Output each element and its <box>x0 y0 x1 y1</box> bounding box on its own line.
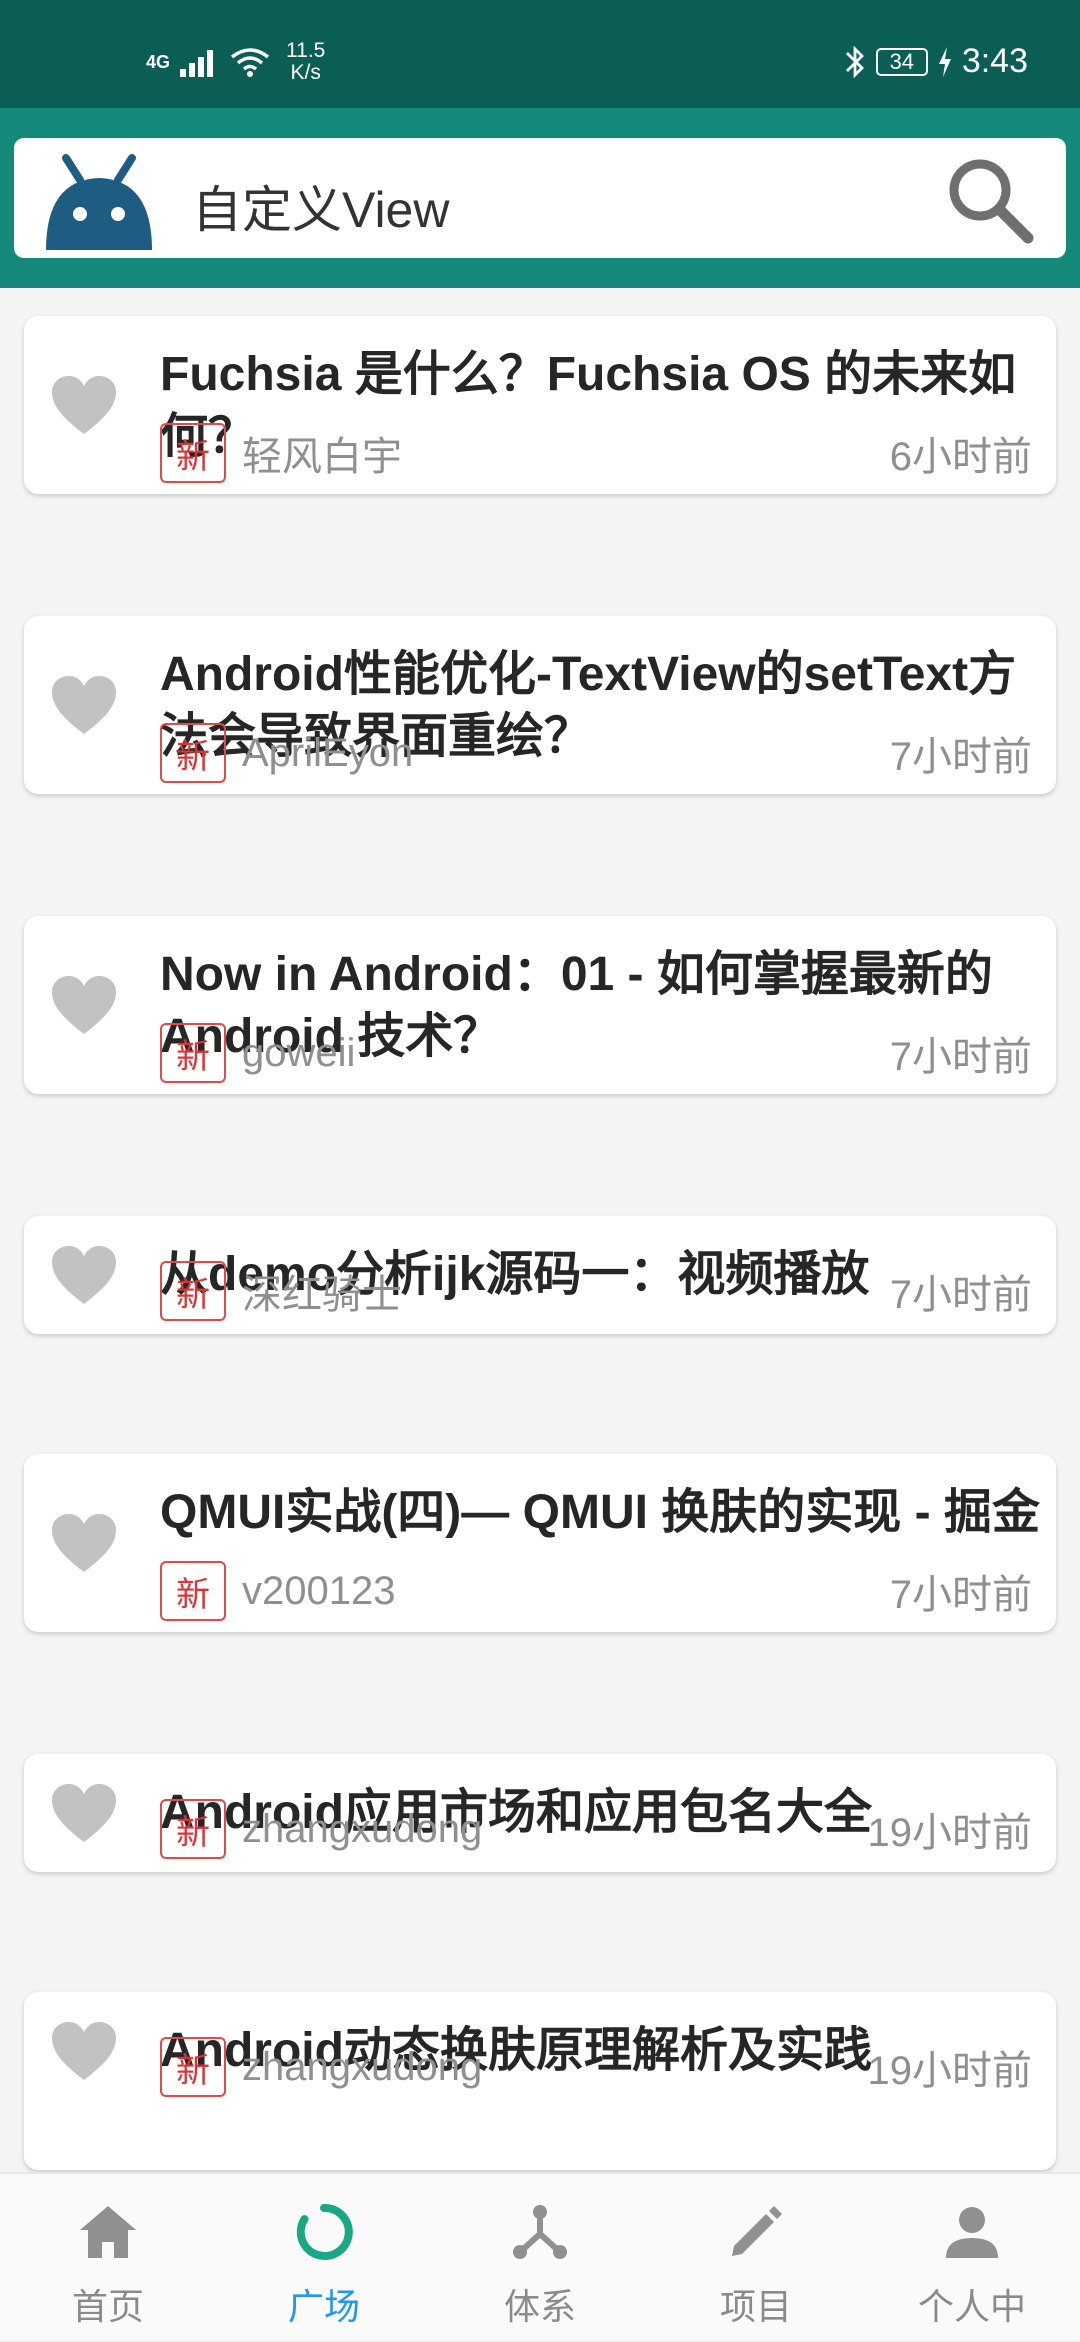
nav-project-label: 项目 <box>719 2286 792 2327</box>
article-author: zhangxudong <box>242 2044 483 2089</box>
bluetooth-icon <box>845 45 864 78</box>
new-badge: 新 <box>160 2037 226 2097</box>
nav-profile[interactable]: 个人中 <box>864 2174 1080 2342</box>
article-time: 7小时前 <box>889 1035 1032 1079</box>
pencil-icon <box>732 2206 782 2256</box>
nav-project[interactable]: 项目 <box>648 2174 864 2342</box>
heart-icon[interactable] <box>50 1782 118 1844</box>
article-meta: 新 goweii 7小时前 <box>160 1022 1032 1084</box>
heart-icon[interactable] <box>50 1512 118 1574</box>
nav-home[interactable]: 首页 <box>0 2174 216 2342</box>
nav-system-label: 体系 <box>503 2286 576 2327</box>
network-speed: 11.5 K/s <box>286 40 325 84</box>
search-icon[interactable] <box>942 152 1038 248</box>
new-badge: 新 <box>160 1799 226 1859</box>
article-time: 7小时前 <box>889 1573 1032 1617</box>
article-meta: 新 zhangxudong 19小时前 <box>160 2036 1032 2098</box>
article-time: 19小时前 <box>867 2049 1033 2093</box>
article-author: goweii <box>242 1030 356 1075</box>
article-time: 7小时前 <box>889 1273 1032 1317</box>
search-bar[interactable]: 自定义View <box>14 138 1066 258</box>
article-title[interactable]: QMUI实战(四)— QMUI 换肤的实现 - 掘金 <box>160 1482 1040 1544</box>
article-meta: 新 轻风白宇 6小时前 <box>160 422 1032 484</box>
article-author: 深红骑士 <box>242 1273 402 1317</box>
search-title: 自定义View <box>192 182 450 238</box>
article-author: zhangxudong <box>242 1806 483 1851</box>
article-time: 19小时前 <box>867 1811 1033 1855</box>
article-meta: 新 v200123 7小时前 <box>160 1560 1032 1622</box>
clock: 3:43 <box>961 42 1028 80</box>
square-icon <box>296 2203 353 2260</box>
new-badge: 新 <box>160 1561 226 1621</box>
speed-unit: K/s <box>290 61 321 84</box>
speed-value: 11.5 <box>286 39 326 62</box>
new-badge: 新 <box>160 1023 226 1083</box>
article-card[interactable]: Android性能优化-TextView的setText方法会导致界面重绘？ 新… <box>24 616 1056 794</box>
home-icon <box>80 2206 136 2258</box>
nav-home-label: 首页 <box>71 2286 144 2327</box>
nav-profile-label: 个人中 <box>917 2286 1026 2327</box>
heart-icon[interactable] <box>50 1244 118 1306</box>
article-meta: 新 zhangxudong 19小时前 <box>160 1798 1032 1860</box>
battery-indicator: 34 <box>875 47 928 76</box>
new-badge: 新 <box>160 1261 226 1321</box>
article-card[interactable]: Android动态换肤原理解析及实践 新 zhangxudong 19小时前 <box>24 1992 1056 2170</box>
new-badge: 新 <box>160 423 226 483</box>
nav-system[interactable]: 体系 <box>432 2174 648 2342</box>
article-card[interactable]: 从demo分析ijk源码一：视频播放 新 深红骑士 7小时前 <box>24 1216 1056 1334</box>
signal-icon <box>180 50 214 77</box>
charging-icon <box>938 46 951 77</box>
article-card[interactable]: Android应用市场和应用包名大全 新 zhangxudong 19小时前 <box>24 1754 1056 1872</box>
article-card[interactable]: Fuchsia 是什么？Fuchsia OS 的未来如何？ 新 轻风白宇 6小时… <box>24 316 1056 494</box>
status-bar: 4G 11.5 K/s 34 3:43 <box>0 0 1080 108</box>
article-card[interactable]: Now in Android：01 - 如何掌握最新的 Android 技术？ … <box>24 916 1056 1094</box>
nav-square-label: 广场 <box>287 2286 360 2327</box>
heart-icon[interactable] <box>50 674 118 736</box>
new-badge: 新 <box>160 723 226 783</box>
nav-square[interactable]: 广场 <box>216 2174 432 2342</box>
article-author: AprilEyon <box>242 730 414 775</box>
heart-icon[interactable] <box>50 374 118 436</box>
heart-icon[interactable] <box>50 974 118 1036</box>
article-card[interactable]: QMUI实战(四)— QMUI 换肤的实现 - 掘金 新 v200123 7小时… <box>24 1454 1056 1632</box>
wifi-icon <box>230 48 270 77</box>
hierarchy-icon <box>513 2205 567 2259</box>
article-meta: 新 AprilEyon 7小时前 <box>160 722 1032 784</box>
person-icon <box>946 2207 998 2258</box>
article-list[interactable]: Fuchsia 是什么？Fuchsia OS 的未来如何？ 新 轻风白宇 6小时… <box>0 288 1080 2172</box>
heart-icon[interactable] <box>50 2020 118 2082</box>
network-type: 4G <box>146 51 171 72</box>
article-time: 7小时前 <box>889 735 1032 779</box>
article-time: 6小时前 <box>889 435 1032 479</box>
article-meta: 新 深红骑士 7小时前 <box>160 1260 1032 1322</box>
article-author: 轻风白宇 <box>242 435 402 479</box>
article-author: v200123 <box>242 1568 396 1613</box>
android-logo-icon <box>46 154 152 250</box>
app-bar: 自定义View <box>0 108 1080 288</box>
bottom-navigation: 首页 广场 体系 项目 个人中 <box>0 2172 1080 2340</box>
status-left: 4G 11.5 K/s <box>146 40 325 84</box>
status-right: 34 3:43 <box>844 42 1028 81</box>
